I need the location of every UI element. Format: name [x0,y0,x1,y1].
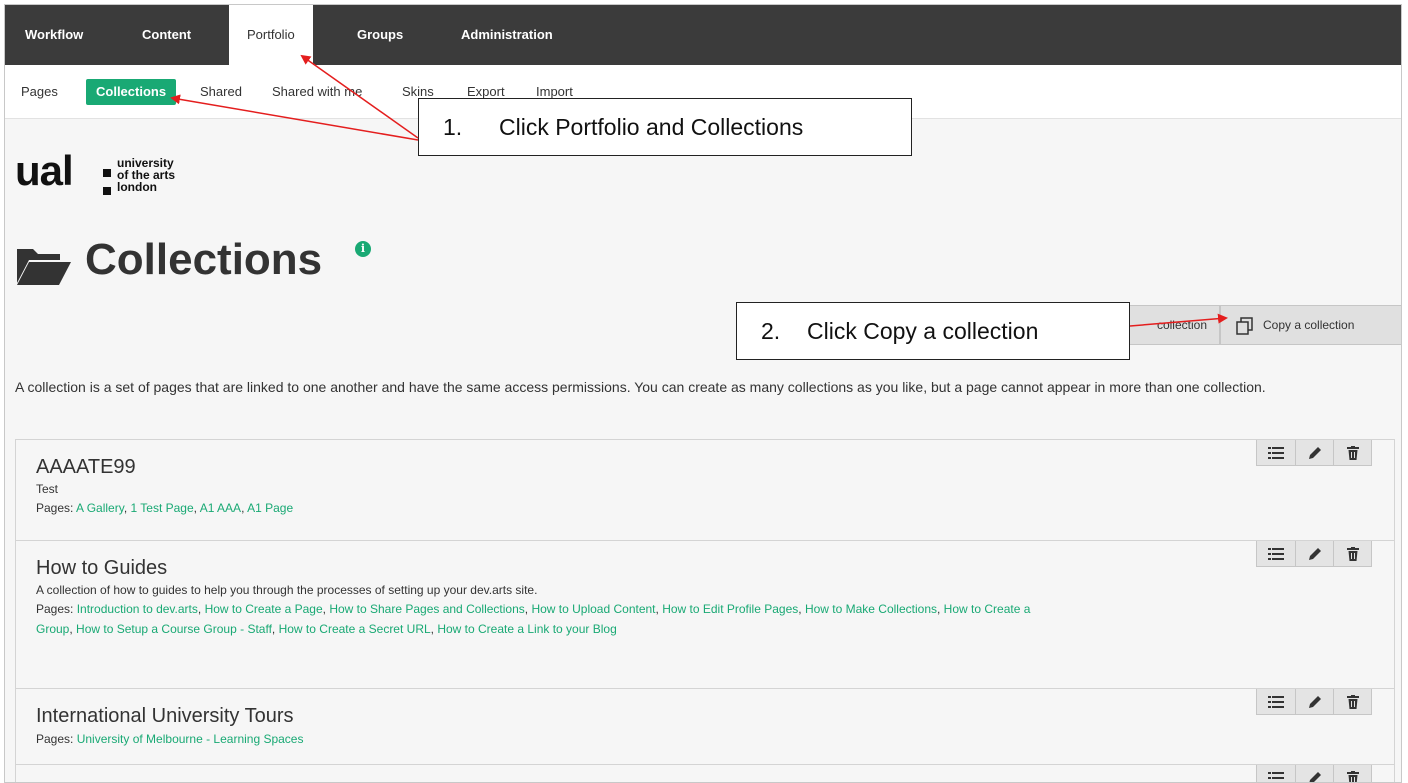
page-link[interactable]: How to Setup a Course Group - Staff [76,622,272,636]
collection-name[interactable]: How to Guides [36,555,1374,581]
manage-pages-button[interactable] [1257,765,1295,782]
pencil-icon [1308,548,1321,560]
page-link[interactable]: How to Create a Secret URL [279,622,431,636]
collections-description: A collection is a set of pages that are … [15,379,1266,395]
collection-pages: Pages: Introduction to dev.arts, How to … [36,602,1031,636]
page-link[interactable]: Introduction to dev.arts [77,602,198,616]
subnav-shared-with-me[interactable]: Shared with me [272,79,362,105]
collection-pages: Pages: University of Melbourne - Learnin… [36,732,304,746]
collection-row: International University Tours Pages: Un… [15,689,1395,765]
callout-number: 2. [761,318,781,344]
edit-collection-button[interactable] [1295,541,1333,567]
delete-collection-button[interactable] [1333,541,1371,567]
copy-collection-button[interactable]: Copy a collection [1220,305,1401,345]
callout-text: Click Copy a collection [807,318,1039,344]
page-link[interactable]: How to Create a Link to your Blog [437,622,616,636]
callout-text: Click Portfolio and Collections [499,114,804,140]
subnav-shared[interactable]: Shared [200,79,242,105]
logo-mark: ual [15,147,74,194]
info-icon[interactable]: i [355,241,371,257]
nav-workflow[interactable]: Workflow [25,5,83,65]
edit-collection-button[interactable] [1295,765,1333,782]
page-link[interactable]: University of Melbourne - Learning Space… [77,732,304,746]
page-link[interactable]: 1 Test Page [131,501,194,515]
page-link[interactable]: A Gallery [76,501,124,515]
page-link[interactable]: How to Share Pages and Collections [329,602,524,616]
trash-icon [1346,771,1359,782]
logo-wordmark: university of the arts london [117,156,176,194]
page-link[interactable]: A1 Page [247,501,293,515]
trash-icon [1346,547,1359,561]
pencil-icon [1308,447,1321,459]
pencil-icon [1308,696,1321,708]
collection-pages: Pages: A Gallery, 1 Test Page, A1 AAA, A… [36,501,294,515]
collection-row [15,765,1395,782]
copy-collection-label: Copy a collection [1263,318,1355,332]
subnav-collections[interactable]: Collections [86,79,177,105]
page-link[interactable]: How to Create a Page [205,602,323,616]
callout-step-2: 2. Click Copy a collection [736,302,1130,360]
nav-content[interactable]: Content [142,5,191,65]
nav-portfolio[interactable]: Portfolio [229,5,313,65]
collection-row: How to Guides A collection of how to gui… [15,541,1395,689]
nav-groups[interactable]: Groups [357,5,403,65]
collection-name[interactable]: International University Tours [36,703,1374,729]
subnav-pages[interactable]: Pages [21,79,58,105]
delete-collection-button[interactable] [1333,765,1371,782]
copy-icon [1236,317,1253,335]
list-icon [1268,772,1284,779]
page-link[interactable]: A1 AAA [200,501,241,515]
collection-name[interactable]: AAAATE99 [36,454,1374,480]
row-actions [1256,689,1372,715]
logo-colon [103,169,111,195]
row-actions [1256,765,1372,782]
collection-list: AAAATE99 Test Pages: A Gallery, 1 Test P… [15,439,1395,782]
page-link[interactable]: How to Upload Content [531,602,655,616]
ual-logo[interactable]: ual university of the arts london [15,147,215,207]
page-title: Collections [85,235,323,284]
page-link[interactable]: How to Make Collections [805,602,937,616]
pencil-icon [1309,772,1321,782]
row-actions [1256,541,1372,567]
trash-icon [1346,446,1359,460]
edit-collection-button[interactable] [1295,440,1333,466]
manage-pages-button[interactable] [1257,440,1295,466]
list-icon [1268,548,1284,560]
callout-number: 1. [443,114,463,140]
collection-row: AAAATE99 Test Pages: A Gallery, 1 Test P… [15,439,1395,541]
trash-icon [1346,695,1359,709]
folder-open-icon [17,249,71,285]
manage-pages-button[interactable] [1257,689,1295,715]
top-navigation: Workflow Content Portfolio Groups Admini… [5,5,1401,65]
collection-description: A collection of how to guides to help yo… [36,583,538,597]
list-icon [1268,447,1284,459]
collection-description: Test [36,482,59,496]
delete-collection-button[interactable] [1333,689,1371,715]
list-icon [1268,696,1284,708]
callout-step-1: 1. Click Portfolio and Collections [418,98,912,156]
delete-collection-button[interactable] [1333,440,1371,466]
row-actions [1256,440,1372,466]
page-link[interactable]: How to Edit Profile Pages [662,602,798,616]
edit-collection-button[interactable] [1295,689,1333,715]
nav-administration[interactable]: Administration [461,5,553,65]
manage-pages-button[interactable] [1257,541,1295,567]
